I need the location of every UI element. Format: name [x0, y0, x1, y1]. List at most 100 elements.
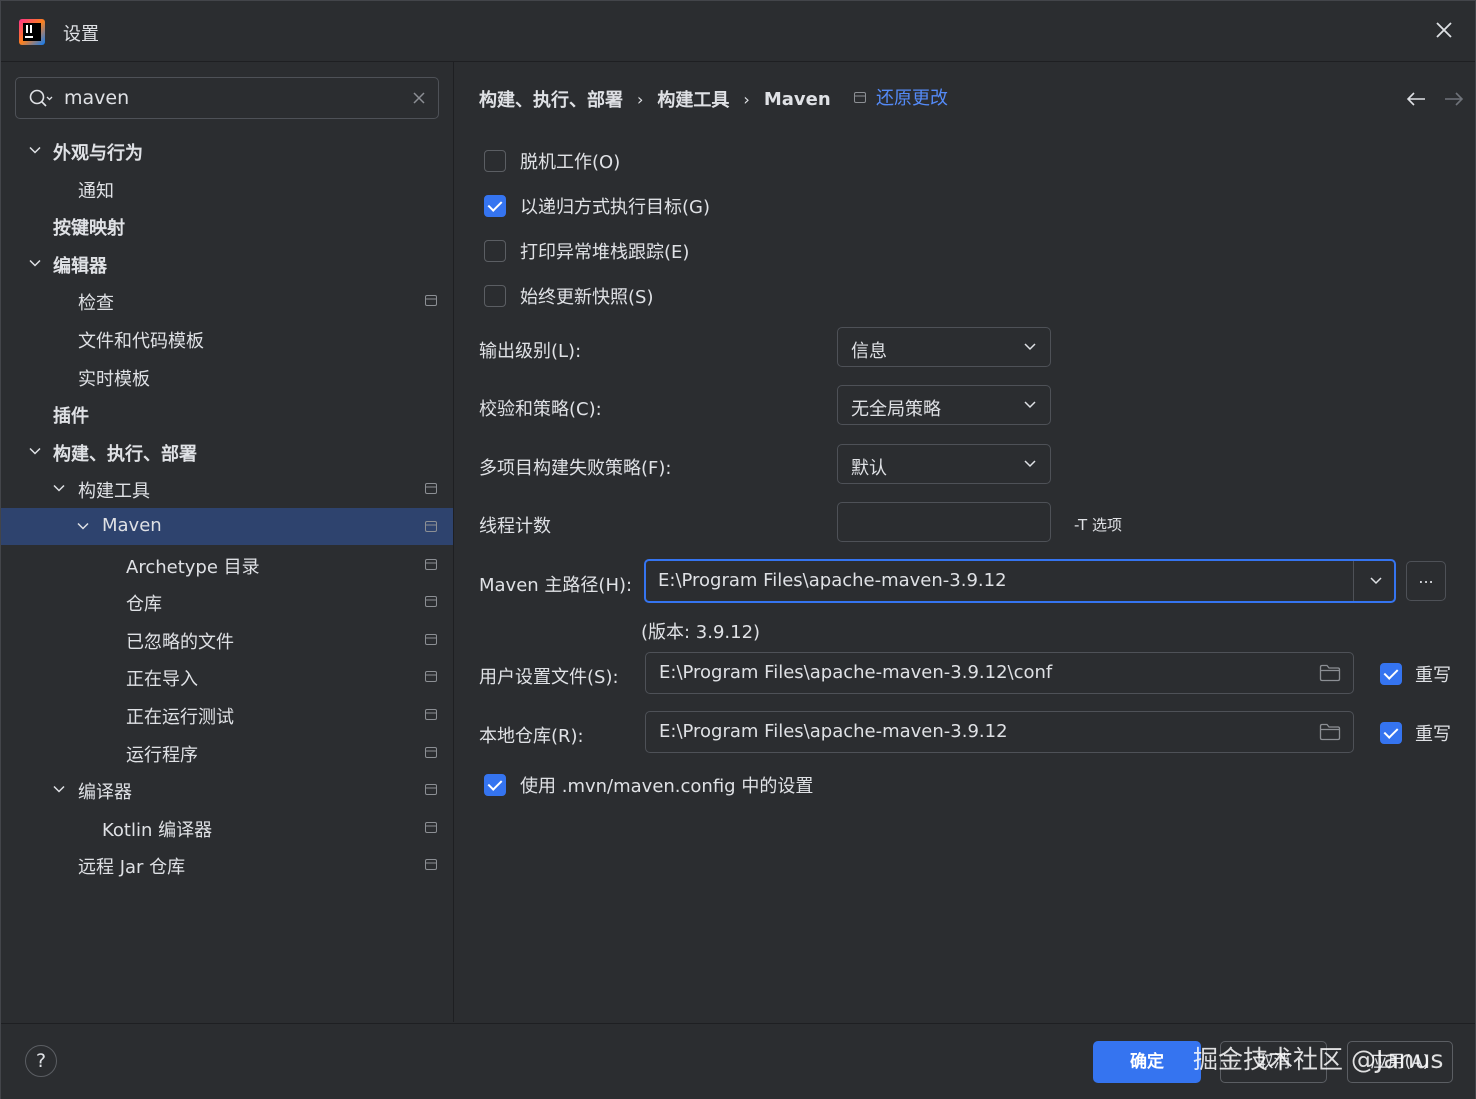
- maven-version: (版本: 3.9.12): [641, 622, 761, 643]
- project-scope-icon: [425, 709, 437, 720]
- sidebar-item-label: 实时模板: [78, 369, 150, 390]
- local-repo-value[interactable]: E:\Program Files\apache-maven-3.9.12: [659, 721, 1008, 742]
- thread-count-input[interactable]: [837, 502, 1051, 542]
- chevron-down-icon[interactable]: [52, 782, 66, 796]
- snapshots-option[interactable]: 始终更新快照(S): [484, 283, 653, 309]
- sidebar-item[interactable]: 仓库: [1, 583, 453, 620]
- checksum-policy-label: 校验和策略(C):: [479, 399, 602, 420]
- sidebar-item[interactable]: 通知: [1, 170, 453, 207]
- sidebar-item[interactable]: 正在运行测试: [1, 696, 453, 733]
- breadcrumb-item: Maven: [763, 88, 831, 110]
- snapshots-label: 始终更新快照(S): [520, 287, 654, 308]
- chevron-down-icon[interactable]: [1370, 576, 1382, 586]
- offline-option[interactable]: 脱机工作(O): [484, 148, 620, 174]
- sidebar-item[interactable]: Kotlin 编译器: [1, 809, 453, 846]
- recursive-checkbox[interactable]: [484, 195, 506, 217]
- sidebar-item[interactable]: 远程 Jar 仓库: [1, 846, 453, 883]
- sidebar-item[interactable]: 构建、执行、部署: [1, 433, 453, 470]
- chevron-down-icon[interactable]: [52, 481, 66, 495]
- sidebar-item-label: 外观与行为: [53, 143, 143, 164]
- checksum-policy-select[interactable]: 无全局策略: [837, 385, 1051, 425]
- maven-home-value[interactable]: E:\Program Files\apache-maven-3.9.12: [658, 570, 1007, 591]
- sidebar-item[interactable]: Archetype 目录: [1, 546, 453, 583]
- browse-maven-home-button[interactable]: ...: [1406, 561, 1446, 601]
- sidebar-item[interactable]: 运行程序: [1, 734, 453, 771]
- sidebar-item-label: 构建、执行、部署: [53, 444, 197, 465]
- sidebar-item[interactable]: 实时模板: [1, 358, 453, 395]
- local-repo-override-checkbox[interactable]: [1380, 722, 1402, 744]
- stacktrace-option[interactable]: 打印异常堆栈跟踪(E): [484, 238, 689, 264]
- chevron-down-icon[interactable]: [28, 256, 42, 270]
- offline-checkbox[interactable]: [484, 150, 506, 172]
- recursive-option[interactable]: 以递归方式执行目标(G): [484, 193, 710, 219]
- help-button[interactable]: ?: [25, 1045, 57, 1077]
- mvn-config-option[interactable]: 使用 .mvn/maven.config 中的设置: [484, 772, 813, 798]
- sidebar-item[interactable]: 检查: [1, 282, 453, 319]
- project-scope-icon: [425, 859, 437, 870]
- chevron-down-icon[interactable]: [28, 444, 42, 458]
- project-scope-icon: [425, 671, 437, 682]
- cancel-button[interactable]: 取消: [1220, 1041, 1327, 1083]
- ok-button[interactable]: 确定: [1093, 1041, 1201, 1083]
- arrow-right-icon[interactable]: [1443, 90, 1465, 108]
- chevron-right-icon: ›: [637, 89, 644, 109]
- restore-changes[interactable]: 还原更改: [854, 84, 948, 110]
- user-settings-field[interactable]: E:\Program Files\apache-maven-3.9.12\con…: [645, 652, 1354, 694]
- arrow-left-icon[interactable]: [1405, 90, 1427, 108]
- search-input[interactable]: [64, 78, 394, 118]
- chevron-down-icon[interactable]: [28, 143, 42, 157]
- folder-icon[interactable]: [1319, 664, 1341, 682]
- sidebar-item[interactable]: 外观与行为: [1, 132, 453, 169]
- breadcrumb: 构建、执行、部署 › 构建工具 › Maven: [479, 86, 831, 112]
- chevron-right-icon: ›: [743, 89, 750, 109]
- clear-search-icon[interactable]: [412, 91, 426, 105]
- project-scope-icon: [425, 596, 437, 607]
- sidebar-item-label: 文件和代码模板: [78, 331, 204, 352]
- stacktrace-checkbox[interactable]: [484, 240, 506, 262]
- maven-home-combo[interactable]: E:\Program Files\apache-maven-3.9.12: [644, 559, 1396, 603]
- chevron-down-icon[interactable]: [76, 519, 90, 533]
- user-settings-override-checkbox[interactable]: [1380, 663, 1402, 685]
- override-label: 重写: [1415, 724, 1451, 745]
- search-icon[interactable]: [28, 88, 54, 108]
- sidebar-item-label: 构建工具: [78, 481, 150, 502]
- sidebar-item[interactable]: 构建工具: [1, 470, 453, 507]
- override-label: 重写: [1415, 665, 1451, 686]
- user-settings-value[interactable]: E:\Program Files\apache-maven-3.9.12\con…: [659, 662, 1052, 683]
- local-repo-override[interactable]: 重写: [1380, 720, 1451, 746]
- snapshots-checkbox[interactable]: [484, 285, 506, 307]
- apply-button[interactable]: 应用(A): [1347, 1041, 1453, 1083]
- thread-count-label: 线程计数: [479, 516, 551, 537]
- offline-label: 脱机工作(O): [520, 152, 621, 173]
- sidebar-item-label: 通知: [78, 181, 114, 202]
- breadcrumb-item[interactable]: 构建工具: [657, 86, 729, 112]
- title-bar: 设置: [1, 1, 1475, 62]
- sidebar-item-label: 按键映射: [53, 218, 125, 239]
- output-level-select[interactable]: 信息: [837, 327, 1051, 367]
- sidebar-item[interactable]: 按键映射: [1, 207, 453, 244]
- maven-home-label: Maven 主路径(H):: [479, 575, 633, 596]
- sidebar-item[interactable]: 已忽略的文件: [1, 621, 453, 658]
- output-level-label: 输出级别(L):: [479, 341, 582, 362]
- folder-icon[interactable]: [1319, 723, 1341, 741]
- fail-policy-select[interactable]: 默认: [837, 444, 1051, 484]
- project-scope-icon: [425, 747, 437, 758]
- local-repo-field[interactable]: E:\Program Files\apache-maven-3.9.12: [645, 711, 1354, 753]
- mvn-config-checkbox[interactable]: [484, 774, 506, 796]
- sidebar-item-label: 已忽略的文件: [126, 632, 234, 653]
- search-box[interactable]: [15, 77, 439, 119]
- sidebar-item[interactable]: 编译器: [1, 771, 453, 808]
- sidebar-item[interactable]: 正在导入: [1, 658, 453, 695]
- user-settings-override[interactable]: 重写: [1380, 661, 1451, 687]
- sidebar-item[interactable]: 编辑器: [1, 245, 453, 282]
- close-icon[interactable]: [1431, 17, 1457, 43]
- sidebar-item[interactable]: 插件: [1, 395, 453, 432]
- settings-dialog: 设置 外观与行为通知按键映射编辑器检查文件和代码模板实时模板插件构建、执行、部署…: [0, 0, 1476, 1099]
- restore-changes-link[interactable]: 还原更改: [876, 84, 948, 110]
- breadcrumb-item[interactable]: 构建、执行、部署: [479, 86, 623, 112]
- sidebar-item[interactable]: Maven: [1, 508, 453, 545]
- maven-settings-panel: 构建、执行、部署 › 构建工具 › Maven 还原更改 脱机工作(O) 以递归…: [454, 62, 1475, 1022]
- project-scope-icon: [425, 295, 437, 306]
- project-scope-icon: [425, 784, 437, 795]
- sidebar-item[interactable]: 文件和代码模板: [1, 320, 453, 357]
